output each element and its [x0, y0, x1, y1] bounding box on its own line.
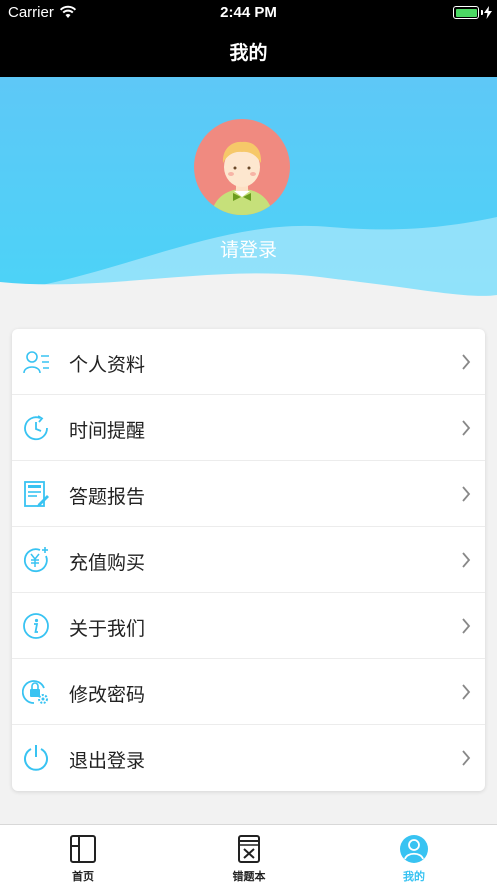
report-icon — [24, 481, 49, 507]
menu-item-answer-report[interactable]: 答题报告 — [12, 461, 485, 527]
menu-item-label: 时间提醒 — [69, 420, 146, 442]
chevron-right-icon — [462, 750, 471, 766]
user-icon — [400, 835, 428, 863]
chevron-right-icon — [462, 618, 471, 634]
menu-item-label: 修改密码 — [69, 684, 146, 706]
avatar-illustration — [212, 141, 272, 215]
chevron-right-icon — [462, 486, 471, 502]
tab-wrong-book[interactable]: 错题本 — [166, 825, 332, 883]
login-prompt[interactable]: 请登录 — [0, 235, 497, 262]
recharge-icon — [23, 547, 48, 573]
wrong-book-icon — [238, 835, 260, 863]
chevron-right-icon — [462, 420, 471, 436]
page-title: 我的 — [229, 42, 268, 64]
tab-label: 首页 — [72, 870, 94, 883]
menu-item-change-password[interactable]: 修改密码 — [12, 659, 485, 725]
menu-card: 个人资料 时间提醒 答题报告 充值购买 关于我们 修改密码 退出登录 — [12, 329, 485, 791]
tab-label: 我的 — [403, 870, 425, 883]
top-bar: Carrier 2:44 PM 我的 — [0, 0, 497, 77]
menu-item-label: 退出登录 — [69, 750, 146, 772]
info-icon — [23, 613, 49, 639]
menu-item-label: 充值购买 — [69, 552, 146, 574]
profile-header: 请登录 — [0, 77, 497, 302]
book-icon — [70, 835, 96, 863]
avatar[interactable] — [194, 119, 290, 215]
profile-icon — [23, 351, 49, 374]
power-icon — [24, 745, 48, 771]
chevron-right-icon — [462, 684, 471, 700]
tab-bar: 首页 错题本 我的 — [0, 824, 497, 883]
menu-item-label: 关于我们 — [69, 618, 146, 640]
menu-item-profile[interactable]: 个人资料 — [12, 329, 485, 395]
menu-item-label: 答题报告 — [69, 486, 146, 508]
tab-mine[interactable]: 我的 — [331, 825, 497, 883]
chevron-right-icon — [462, 354, 471, 370]
charging-icon — [484, 6, 492, 19]
lock-icon — [22, 680, 48, 704]
status-bar: Carrier 2:44 PM — [0, 0, 497, 26]
battery-tip — [481, 10, 483, 15]
battery-icon — [453, 6, 479, 19]
menu-item-about-us[interactable]: 关于我们 — [12, 593, 485, 659]
menu-item-logout[interactable]: 退出登录 — [12, 725, 485, 791]
clock-icon — [24, 415, 48, 441]
menu-item-time-reminder[interactable]: 时间提醒 — [12, 395, 485, 461]
tab-home[interactable]: 首页 — [0, 825, 166, 883]
menu-item-recharge[interactable]: 充值购买 — [12, 527, 485, 593]
tab-label: 错题本 — [232, 870, 266, 883]
status-time: 2:44 PM — [220, 4, 277, 21]
chevron-right-icon — [462, 552, 471, 568]
menu-item-label: 个人资料 — [69, 354, 146, 376]
